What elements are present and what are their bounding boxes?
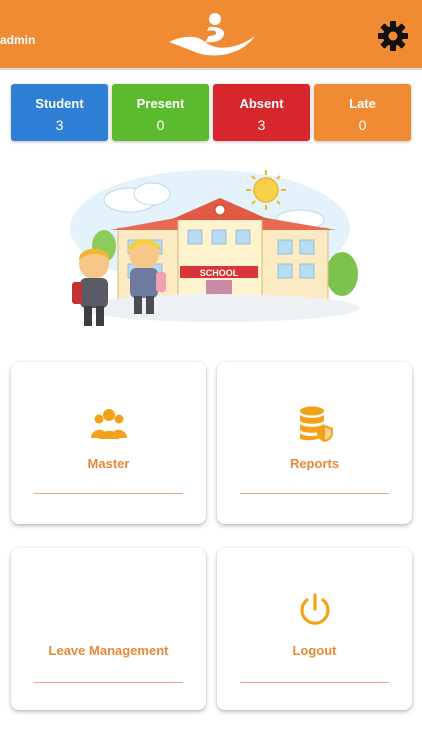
leave-management-label: Leave Management bbox=[48, 643, 169, 658]
runner-logo-icon bbox=[169, 13, 255, 56]
card-divider bbox=[240, 682, 389, 683]
stat-student[interactable]: Student 3 bbox=[11, 84, 108, 141]
stat-value: 0 bbox=[156, 117, 165, 133]
stat-value: 3 bbox=[55, 117, 64, 133]
reports-label: Reports bbox=[289, 456, 340, 471]
stat-label: Absent bbox=[239, 96, 284, 111]
school-sign: SCHOOL bbox=[200, 268, 239, 278]
leave-management-card[interactable]: Leave Management bbox=[11, 548, 206, 710]
stat-value: 0 bbox=[358, 117, 367, 133]
database-shield-icon bbox=[300, 406, 333, 442]
attendance-summary: Student 3 Present 0 Absent 3 Late 0 bbox=[11, 84, 412, 142]
reports-card[interactable]: Reports bbox=[217, 362, 412, 524]
master-card[interactable]: Master bbox=[11, 362, 206, 524]
stat-label: Late bbox=[349, 96, 376, 111]
users-group-icon bbox=[91, 409, 127, 439]
power-icon bbox=[300, 593, 330, 625]
logout-card[interactable]: Logout bbox=[217, 548, 412, 710]
username-label: admin bbox=[0, 33, 36, 47]
app-header: admin bbox=[0, 0, 422, 70]
master-label: Master bbox=[87, 456, 130, 471]
stat-value: 3 bbox=[257, 117, 266, 133]
school-illustration: SCHOOL bbox=[70, 170, 360, 326]
stat-present[interactable]: Present 0 bbox=[112, 84, 209, 141]
stat-late[interactable]: Late 0 bbox=[314, 84, 411, 141]
stat-label: Present bbox=[136, 96, 185, 111]
card-divider bbox=[240, 493, 389, 494]
logout-label: Logout bbox=[292, 643, 337, 658]
stat-label: Student bbox=[35, 96, 84, 111]
gear-icon[interactable] bbox=[377, 20, 409, 52]
stat-absent[interactable]: Absent 3 bbox=[213, 84, 310, 141]
card-divider bbox=[34, 682, 183, 683]
card-divider bbox=[34, 493, 183, 494]
